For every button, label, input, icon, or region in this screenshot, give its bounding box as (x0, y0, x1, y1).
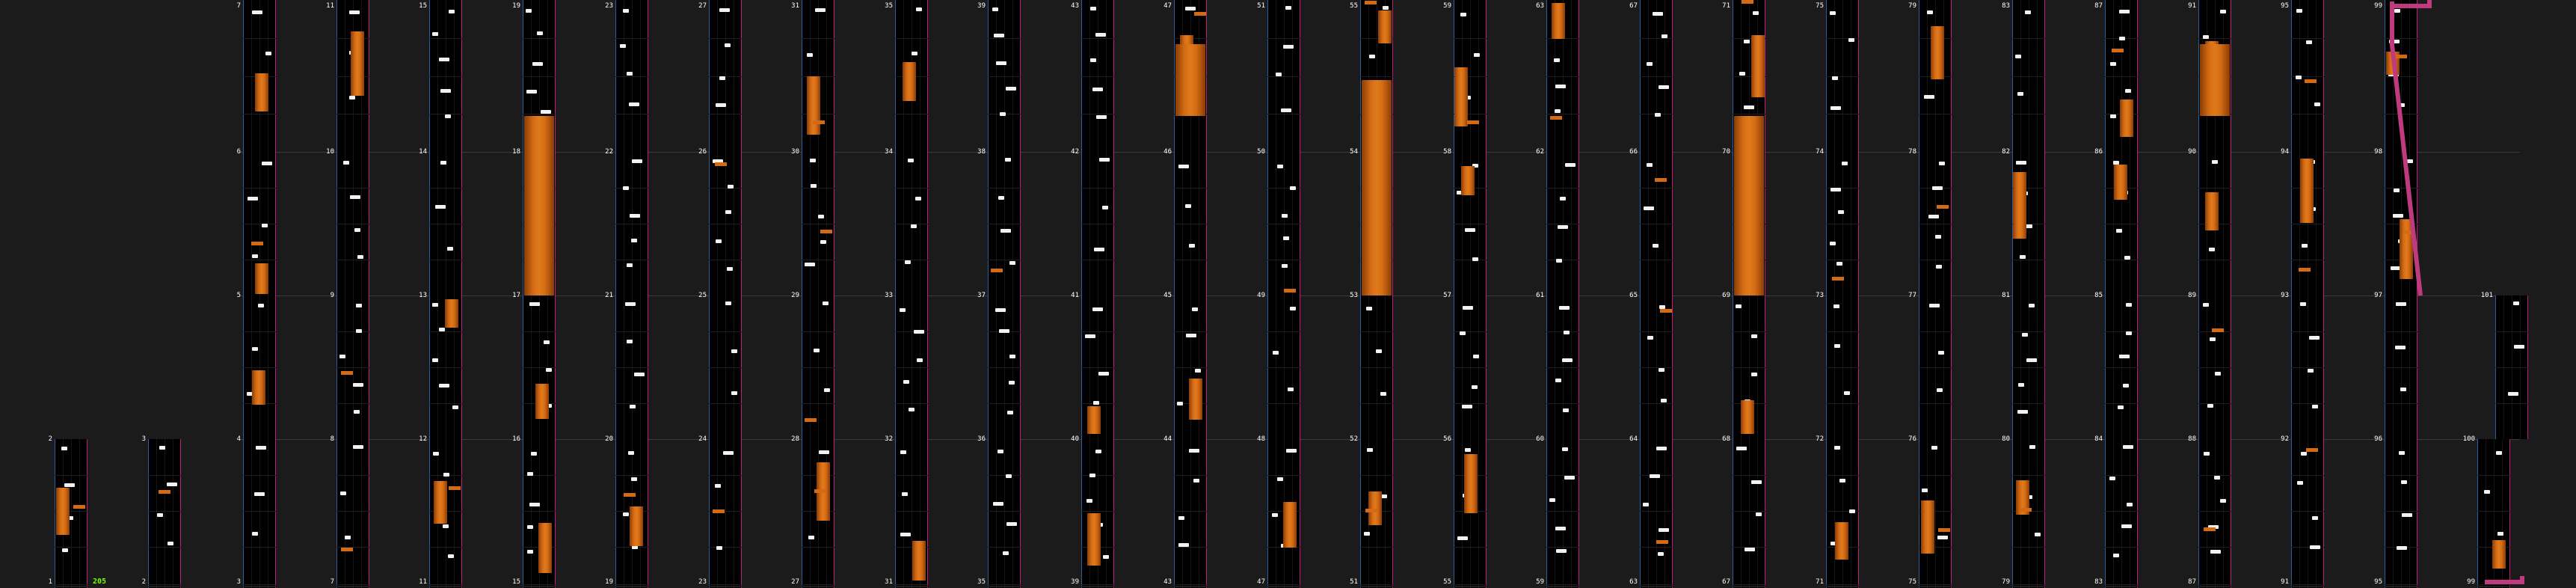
slide-path (2390, 0, 2524, 584)
slide-line (2485, 576, 2524, 584)
slide-line (2392, 0, 2432, 8)
chart-preview-canvas: 7 11 15 19 23 27 31 35 39 43 47 51 55 59 63 67 71 75 79 83 8… (0, 0, 2576, 588)
slide-line (2390, 1, 2423, 296)
